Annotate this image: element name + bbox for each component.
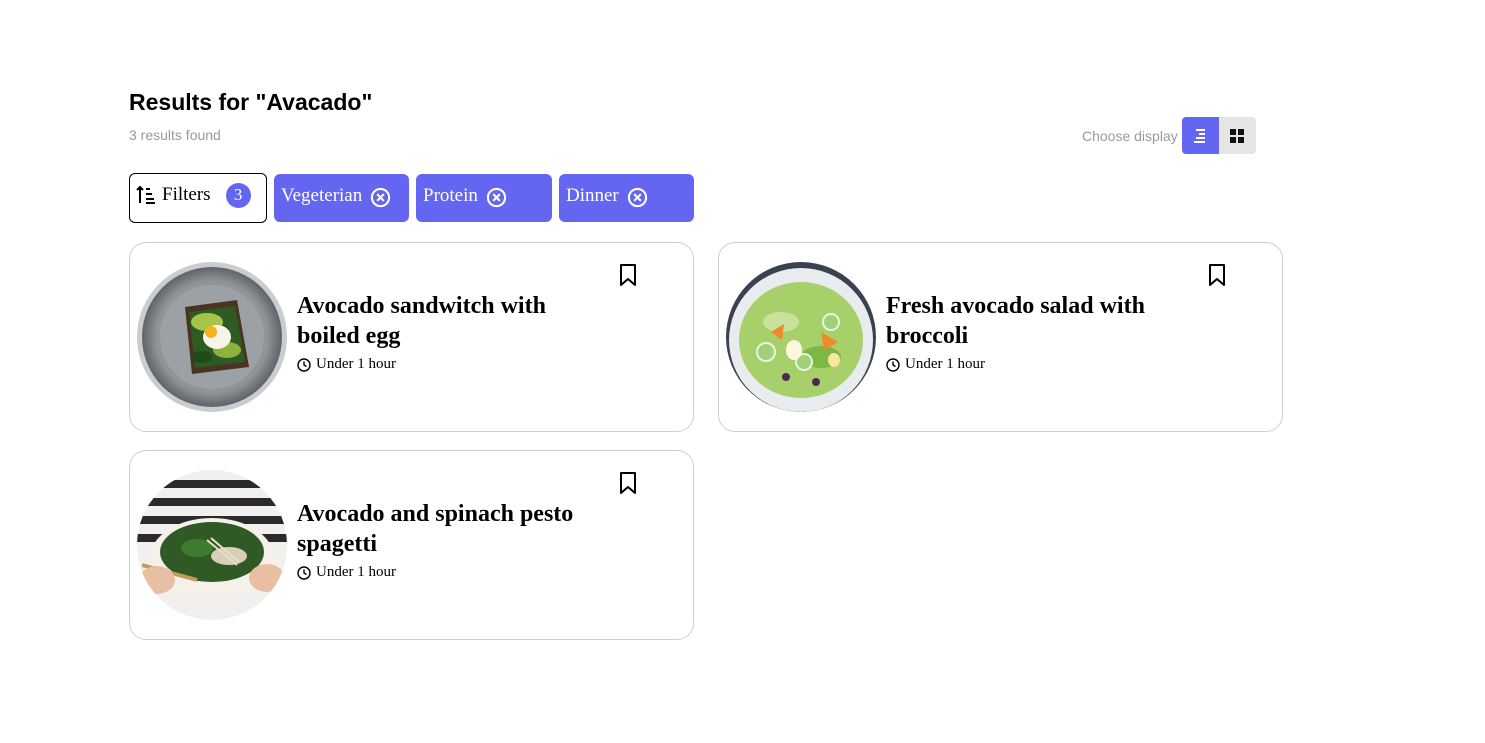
chip-label: Vegeterian: [281, 185, 363, 206]
sort-ascending-icon: [136, 185, 155, 204]
filters-button[interactable]: Filters 3: [129, 173, 267, 223]
display-toggle: [1181, 117, 1256, 154]
filter-chip-vegeterian[interactable]: Vegeterian: [274, 174, 409, 222]
remove-circle-icon[interactable]: [486, 187, 507, 208]
remove-circle-icon[interactable]: [627, 187, 648, 208]
filters-row: Filters 3 Vegeterian Protein Dinner: [129, 173, 694, 223]
recipe-card[interactable]: Avocado and spinach pesto spagetti Under…: [129, 450, 694, 640]
filters-label: Filters: [162, 184, 211, 205]
recipe-time-label: Under 1 hour: [316, 564, 396, 580]
bookmark-icon[interactable]: [1207, 263, 1227, 287]
display-label: Choose display: [1082, 127, 1178, 144]
filter-chip-dinner[interactable]: Dinner: [559, 174, 694, 222]
recipe-title[interactable]: Fresh avocado salad with broccoli: [886, 291, 1186, 351]
recipe-time: Under 1 hour: [297, 356, 396, 373]
recipe-title[interactable]: Avocado and spinach pesto spagetti: [297, 499, 597, 559]
recipe-time: Under 1 hour: [886, 356, 985, 373]
list-align-icon: [1194, 128, 1206, 143]
bookmark-icon[interactable]: [618, 471, 638, 495]
grid-icon: [1230, 128, 1245, 143]
display-switcher: Choose display: [1080, 117, 1256, 154]
recipe-title[interactable]: Avocado sandwitch with boiled egg: [297, 291, 597, 351]
filter-chip-protein[interactable]: Protein: [416, 174, 552, 222]
salad-bowl-photo: [726, 262, 876, 412]
clock-icon: [297, 565, 311, 580]
recipe-time-label: Under 1 hour: [905, 356, 985, 372]
page-title: Results for "Avacado": [129, 89, 373, 115]
recipe-time: Under 1 hour: [297, 564, 396, 581]
clock-icon: [297, 357, 311, 372]
chip-label: Dinner: [566, 185, 619, 206]
chip-label: Protein: [423, 185, 478, 206]
bookmark-icon[interactable]: [618, 263, 638, 287]
results-count: 3 results found: [129, 127, 221, 143]
avocado-toast-photo: [137, 262, 287, 412]
filters-count-badge: 3: [225, 182, 251, 208]
recipe-card[interactable]: Fresh avocado salad with broccoli Under …: [718, 242, 1283, 432]
grid-view-button[interactable]: [1218, 117, 1256, 154]
spinach-pasta-bowl-photo: [137, 470, 287, 620]
recipe-time-label: Under 1 hour: [316, 356, 396, 372]
remove-circle-icon[interactable]: [370, 187, 391, 208]
clock-icon: [886, 357, 900, 372]
recipe-card[interactable]: Avocado sandwitch with boiled egg Under …: [129, 242, 694, 432]
list-view-button[interactable]: [1181, 117, 1219, 154]
search-results-page: Results for "Avacado" 3 results found Ch…: [0, 0, 1485, 743]
